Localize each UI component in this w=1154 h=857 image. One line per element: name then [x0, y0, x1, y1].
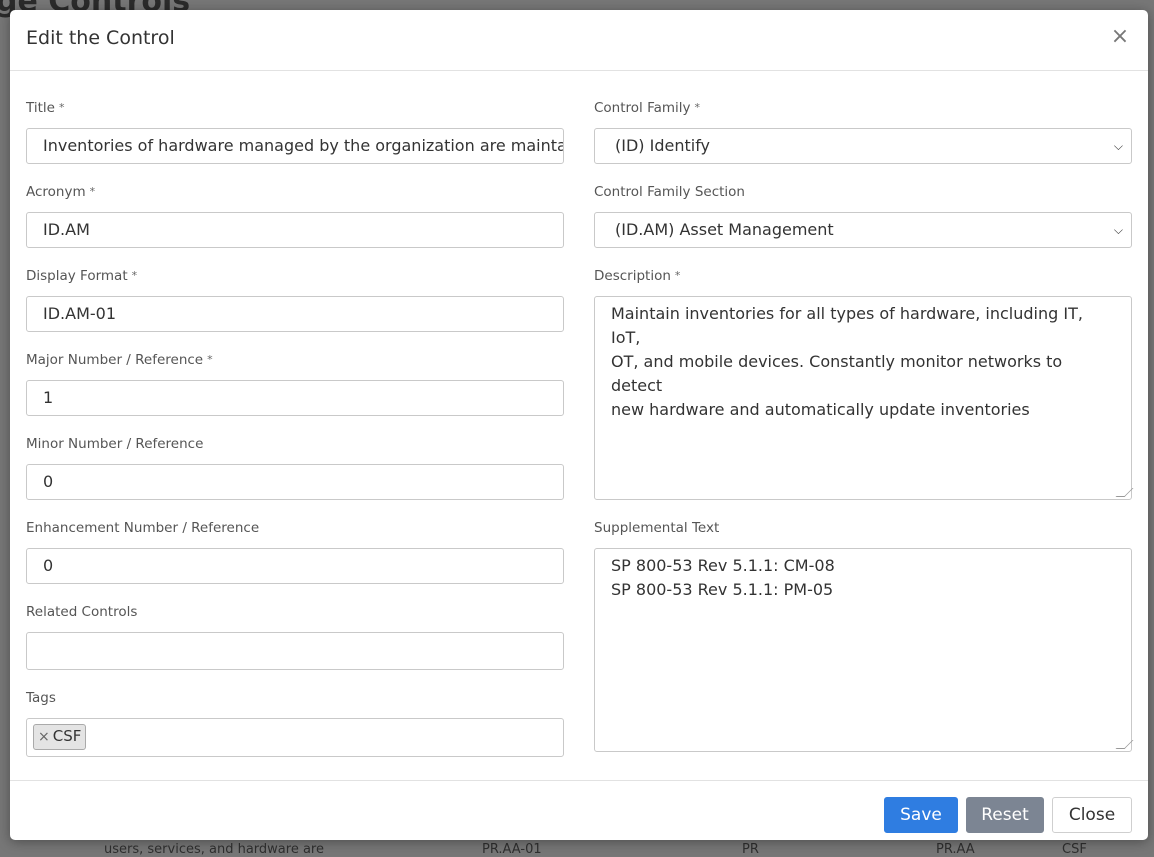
minor-number-field: Minor Number / Reference 0 [26, 434, 564, 500]
control-family-select[interactable]: (ID) Identify ⌵ [594, 128, 1132, 164]
minor-number-input[interactable]: 0 [26, 464, 564, 500]
background-cell: CSF [1062, 842, 1087, 857]
edit-control-modal: Edit the Control × Title * Inventories of… [10, 10, 1148, 840]
major-number-input[interactable]: 1 [26, 380, 564, 416]
close-icon[interactable]: × [1108, 25, 1132, 49]
tag-csf: × CSF [33, 724, 87, 750]
chevron-down-icon: ⌵ [1113, 223, 1123, 237]
minor-number-label: Minor Number / Reference [26, 436, 204, 452]
tag-label: CSF [52, 727, 82, 745]
title-field: Title * Inventories of hardware managed b… [26, 98, 564, 164]
chevron-down-icon: ⌵ [1113, 139, 1123, 153]
required-mark: * [58, 101, 65, 114]
modal-title: Edit the Control [26, 27, 175, 49]
required-mark: * [207, 353, 213, 366]
control-family-section-value: (ID.AM) Asset Management [615, 220, 834, 239]
major-number-field: Major Number / Reference * 1 [26, 350, 564, 416]
background-cell: PR [742, 842, 759, 857]
description-label: Description [594, 268, 671, 284]
enhancement-number-input[interactable]: 0 [26, 548, 564, 584]
display-format-label: Display Format [26, 268, 128, 284]
title-label: Title [26, 100, 55, 116]
control-family-label: Control Family [594, 100, 691, 116]
display-format-input[interactable]: ID.AM-01 [26, 296, 564, 332]
supplemental-text-field: Supplemental Text SP 800-53 Rev 5.1.1: C… [594, 518, 1134, 752]
related-controls-label: Related Controls [26, 604, 138, 620]
description-field: Description * Maintain inventories for al… [594, 266, 1134, 500]
related-controls-input[interactable] [26, 632, 564, 670]
background-cell: PR.AA-01 [482, 842, 542, 857]
background-cell: users, services, and hardware are [104, 842, 324, 857]
control-form: Title * Inventories of hardware managed b… [10, 80, 1148, 786]
control-family-section-label: Control Family Section [594, 184, 745, 200]
save-button[interactable]: Save [884, 797, 958, 833]
required-mark: * [89, 185, 96, 198]
close-button[interactable]: Close [1052, 797, 1132, 833]
resize-handle-icon[interactable] [1115, 488, 1134, 497]
modal-footer: Save Reset Close [10, 780, 1148, 841]
tags-input[interactable]: × CSF [26, 718, 564, 757]
related-controls-field: Related Controls [26, 602, 564, 670]
resize-handle-icon[interactable] [1115, 740, 1134, 749]
description-line: Maintain inventories for all types of ha… [611, 304, 1083, 347]
title-input[interactable]: Inventories of hardware managed by the o… [26, 128, 564, 164]
control-family-section-field: Control Family Section (ID.AM) Asset Man… [594, 182, 1132, 248]
acronym-label: Acronym [26, 184, 86, 200]
enhancement-number-field: Enhancement Number / Reference 0 [26, 518, 564, 584]
background-table-row: users, services, and hardware are PR.AA-… [0, 842, 1154, 857]
description-line: OT, and mobile devices. Constantly monit… [611, 352, 1063, 395]
supplemental-line: SP 800-53 Rev 5.1.1: CM-08 [611, 556, 835, 575]
tags-field: Tags × CSF [26, 688, 564, 757]
required-mark: * [674, 269, 681, 282]
control-family-section-select[interactable]: (ID.AM) Asset Management ⌵ [594, 212, 1132, 248]
tags-label: Tags [26, 690, 56, 706]
control-family-value: (ID) Identify [615, 136, 711, 155]
required-mark: * [694, 101, 701, 114]
required-mark: * [131, 269, 138, 282]
description-line: new hardware and automatically update in… [611, 400, 1030, 419]
tag-remove-icon[interactable]: × [38, 729, 50, 745]
enhancement-number-label: Enhancement Number / Reference [26, 520, 260, 536]
supplemental-text-label: Supplemental Text [594, 520, 720, 536]
control-family-field: Control Family * (ID) Identify ⌵ [594, 98, 1132, 164]
description-textarea[interactable]: Maintain inventories for all types of ha… [594, 296, 1134, 500]
acronym-input[interactable]: ID.AM [26, 212, 564, 248]
acronym-field: Acronym * ID.AM [26, 182, 564, 248]
background-cell: PR.AA [936, 842, 975, 857]
display-format-field: Display Format * ID.AM-01 [26, 266, 564, 332]
modal-header: Edit the Control × [10, 10, 1148, 71]
supplemental-line: SP 800-53 Rev 5.1.1: PM-05 [611, 580, 834, 599]
major-number-label: Major Number / Reference [26, 352, 204, 368]
supplemental-textarea[interactable]: SP 800-53 Rev 5.1.1: CM-08 SP 800-53 Rev… [594, 548, 1134, 752]
reset-button[interactable]: Reset [966, 797, 1044, 833]
